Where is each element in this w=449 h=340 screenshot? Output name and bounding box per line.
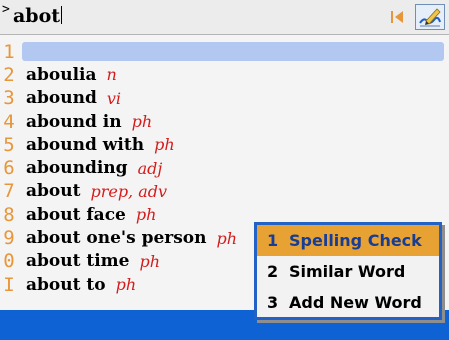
list-item-part-of-speech: vi [106,88,122,108]
menu-item-add-new-word[interactable]: 3 Add New Word [257,287,439,318]
handwriting-edit-icon [419,8,441,27]
text-cursor [61,6,63,24]
search-query-text: abot [13,5,61,27]
menu-item-number: 3 [267,293,279,312]
list-item-number: 4 [3,110,15,133]
list-item-word: abound [26,88,97,109]
list-item-number: 6 [3,157,15,180]
menu-item-similar-word[interactable]: 2 Similar Word [257,256,439,287]
list-item-part-of-speech: prep, adv [90,181,168,201]
list-item[interactable]: 1 [0,40,449,63]
list-item-word: about [26,181,81,202]
list-item-word: abounding [26,158,128,179]
list-item-word: about time [26,251,130,272]
menu-item-number: 2 [267,262,279,281]
list-item-word: about one's person [26,228,207,249]
list-item-word: aboulia [26,64,97,85]
search-input[interactable]: abot [13,5,63,27]
list-item-part-of-speech: ph [115,275,137,295]
caret-icon: > [2,2,10,17]
list-item-number: 2 [3,63,15,86]
list-item-number: 9 [3,227,15,250]
list-item-number: 1 [3,40,15,63]
list-item-part-of-speech: ph [135,205,157,225]
search-bar: > abot [0,0,449,35]
context-menu: 1 Spelling Check 2 Similar Word 3 Add New Wor… [254,222,442,320]
list-item-number: 5 [3,133,15,156]
menu-item-label: Similar Word [289,262,406,281]
first-page-button[interactable] [385,5,409,29]
selected-row-highlight [22,42,444,62]
list-item[interactable]: 6 abounding adj [0,156,449,179]
menu-item-label: Spelling Check [289,231,422,250]
menu-item-number: 1 [267,231,279,250]
handwriting-edit-button[interactable] [415,4,445,30]
list-item-part-of-speech: ph [216,228,238,248]
list-item[interactable]: 4 abound in ph [0,110,449,133]
list-item-part-of-speech: ph [139,251,161,271]
list-item-part-of-speech: n [106,65,117,85]
list-item[interactable]: 3 abound vi [0,87,449,110]
list-item[interactable]: 5 abound with ph [0,133,449,156]
list-item-word: about face [26,204,126,225]
first-page-icon [391,11,403,23]
list-item-number: 0 [3,250,15,273]
list-item-number: 3 [3,87,15,110]
list-item-number: 8 [3,203,15,226]
menu-item-label: Add New Word [289,293,422,312]
list-item-part-of-speech: ph [131,112,153,132]
list-item-word: about to [26,274,106,295]
list-item-number: I [3,273,15,296]
list-item-word: abound in [26,111,122,132]
toolbar [385,4,445,30]
list-item-part-of-speech: ph [154,135,175,155]
menu-item-spelling-check[interactable]: 1 Spelling Check [257,225,439,256]
list-item[interactable]: 2 aboulia n [0,63,449,86]
list-item-word: abound with [26,134,145,155]
list-item[interactable]: 7 about prep, adv [0,180,449,203]
list-item-part-of-speech: adj [137,158,163,178]
list-item-number: 7 [3,180,15,203]
